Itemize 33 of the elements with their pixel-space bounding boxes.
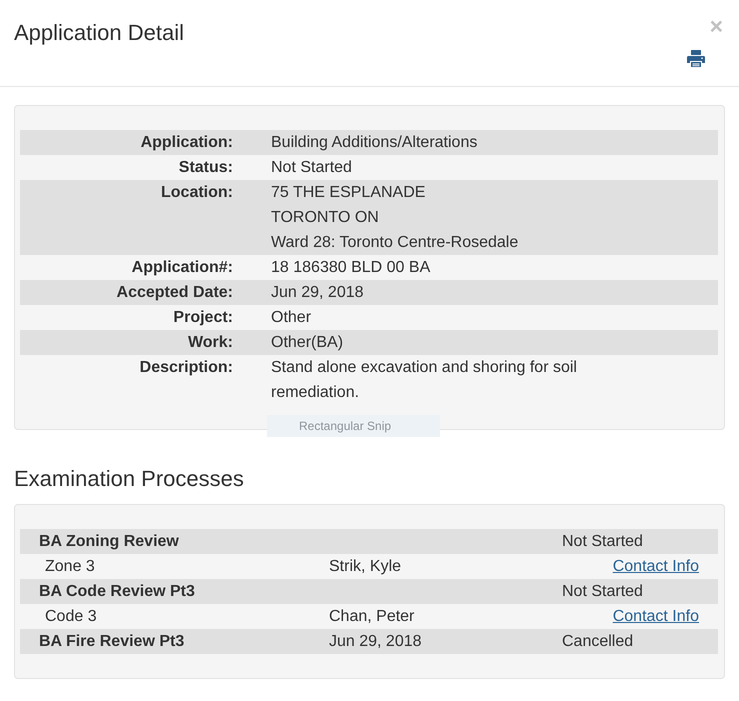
field-value: Other(BA) [271, 333, 344, 353]
status-text: Not Started [562, 582, 644, 602]
field-value: 75 THE ESPLANADE TORONTO ON Ward 28: Toronto Centre-Rosedale [271, 183, 518, 253]
modal-title: Application Detail [14, 20, 184, 46]
process-name: BA Fire Review Pt3 [38, 632, 186, 652]
table-cell-text: Code 3 [44, 607, 98, 627]
contact-link[interactable]: Contact Info [612, 608, 699, 625]
table-cell-text: Zone 3 [44, 557, 96, 577]
status-text: Not Started [562, 532, 644, 552]
field-value: Stand alone excavation and shoring for soil remediation. [271, 358, 578, 403]
table-cell-text: Strik, Kyle [329, 557, 402, 577]
table-cell-text: Chan, Peter [329, 607, 416, 627]
process-name: BA Code Review Pt3 [38, 582, 196, 602]
field-value: Building Additions/Alterations [271, 133, 478, 153]
table-cell-text: Jun 29, 2018 [329, 632, 423, 652]
field-label: Application#: [130, 258, 233, 278]
tooltip: Rectangular Snip [267, 415, 440, 437]
print-icon[interactable] [687, 50, 705, 67]
field-label: Work: [186, 333, 233, 353]
process-name: BA Zoning Review [38, 532, 180, 552]
field-label: Status: [178, 158, 233, 178]
field-value: 18 186380 BLD 00 BA [271, 258, 430, 278]
section-heading: Examination Processes [14, 466, 245, 492]
contact-link[interactable]: Contact Info [612, 558, 699, 575]
field-label: Description: [138, 358, 233, 378]
field-label: Location: [160, 183, 233, 203]
field-label: Accepted Date: [116, 283, 233, 303]
field-label: Project: [172, 308, 233, 328]
field-value: Other [271, 308, 312, 328]
field-label: Application: [140, 133, 233, 153]
field-value: Not Started [271, 158, 352, 178]
status-text: Cancelled [562, 632, 634, 652]
field-value: Jun 29, 2018 [271, 283, 364, 303]
